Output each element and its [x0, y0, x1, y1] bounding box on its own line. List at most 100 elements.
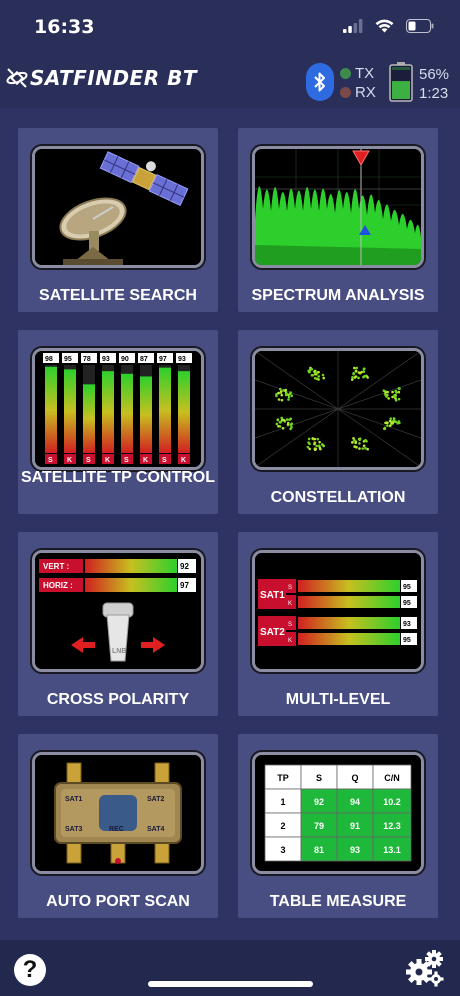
tp-bar	[64, 369, 76, 453]
sat1-k-value: 95	[403, 600, 411, 607]
table-header-text: Q	[351, 773, 358, 783]
table-header-text: S	[316, 773, 322, 783]
port-scan-preview: SAT1 SAT2 SAT3 SAT4 REC	[32, 752, 204, 874]
tx-indicator-dot	[340, 68, 351, 79]
help-icon: ?	[22, 956, 38, 983]
tp-control-preview: 98 S 95 K 78 S 93 K 90 S 87 K 97 S 93 K	[32, 348, 204, 470]
device-battery-info: 56% 1:23	[419, 65, 449, 103]
tp-value: 93	[178, 356, 186, 363]
rec-label: REC	[109, 826, 124, 833]
tile-spectrum-analysis[interactable]: SPECTRUM ANALYSIS	[238, 128, 438, 312]
tp-bar	[178, 371, 190, 453]
constellation-preview	[252, 348, 424, 470]
sat2-label: SAT2	[260, 627, 285, 638]
wifi-icon	[375, 19, 394, 33]
tp-bar	[83, 384, 95, 453]
rx-indicator-dot	[340, 87, 351, 98]
tp-band-label: S	[162, 457, 167, 464]
tile-multi-level[interactable]: SAT1 S K 95 95 SAT2 S K 93 95 MULTI-LEVE…	[238, 532, 438, 716]
sat2-band-s: S	[288, 622, 292, 628]
satellite-dish-illustration	[35, 149, 201, 265]
battery-time: 1:23	[419, 85, 449, 102]
tile-table-measure[interactable]: TP S Q C/N 1 92 94 10.2 2 79 91 12.3 3 81 93 13.1 TABLE…	[238, 734, 438, 918]
table-cell-text: 79	[314, 821, 324, 831]
tp-value: 95	[64, 356, 72, 363]
tp-value: 97	[159, 356, 167, 363]
tile-label: CONSTELLATION	[270, 489, 406, 506]
tile-auto-port-scan[interactable]: SAT1 SAT2 SAT3 SAT4 REC AUTO PORT SCAN	[18, 734, 218, 918]
tp-bar	[102, 371, 114, 453]
vert-label: VERT :	[43, 562, 69, 571]
constellation-illustration	[255, 351, 421, 467]
cross-polarity-illustration: VERT : 92 HORIZ : 97 LNB	[35, 553, 201, 669]
tile-label: CROSS POLARITY	[46, 691, 190, 708]
table-cell-text: 3	[280, 845, 285, 855]
tx-label: TX	[355, 65, 375, 82]
tp-band-label: S	[124, 457, 129, 464]
table-header-text: C/N	[384, 773, 400, 783]
table-cell-text: 94	[350, 797, 360, 807]
app-logo: SATFINDER BT	[6, 66, 197, 90]
tx-rx-indicator: TX RX	[340, 64, 376, 102]
battery-percent: 56%	[419, 66, 450, 83]
port-label: SAT1	[65, 796, 82, 803]
sat2-band-k: K	[288, 638, 292, 644]
tp-bar	[159, 367, 171, 453]
status-bar: 16:33	[0, 0, 460, 56]
tp-bars-illustration: 98 S 95 K 78 S 93 K 90 S 87 K 97 S 93 K	[35, 351, 201, 467]
sat1-s-value: 95	[403, 584, 411, 591]
diseqc-switch-illustration: SAT1 SAT2 SAT3 SAT4 REC	[35, 755, 201, 871]
lnb-label: LNB	[112, 648, 126, 655]
tp-band-label: K	[181, 457, 186, 464]
feature-grid: SATELLITE SEARCH SPECTRUM ANALYSIS 98 S …	[0, 108, 460, 940]
status-time: 16:33	[34, 16, 95, 38]
tp-band-label: K	[143, 457, 148, 464]
tile-label: AUTO PORT SCAN	[46, 893, 190, 910]
table-measure-preview: TP S Q C/N 1 92 94 10.2 2 79 91 12.3 3 81 93 13.1	[252, 752, 424, 874]
port-label: SAT2	[147, 796, 164, 803]
table-cell-text: 92	[314, 797, 324, 807]
bluetooth-icon	[314, 72, 325, 92]
horiz-value: 97	[180, 581, 189, 590]
tp-value: 87	[140, 356, 148, 363]
tile-label: SATELLITE SEARCH	[39, 287, 197, 304]
table-cell-text: 1	[280, 797, 285, 807]
table-cell-text: 13.1	[383, 845, 401, 855]
app-header: SATFINDER BT TX RX 56% 1:23	[0, 56, 460, 106]
sat2-s-value: 93	[403, 621, 411, 628]
multi-level-preview: SAT1 S K 95 95 SAT2 S K 93 95	[252, 550, 424, 672]
help-button[interactable]: ?	[14, 954, 46, 986]
tp-band-label: S	[86, 457, 91, 464]
table-cell-text: 10.2	[383, 797, 401, 807]
device-battery-icon	[389, 62, 413, 102]
tp-value: 90	[121, 356, 129, 363]
cellular-signal-icon	[343, 19, 363, 33]
home-indicator[interactable]	[148, 981, 313, 987]
table-header-text: TP	[277, 773, 289, 783]
tile-constellation[interactable]: CONSTELLATION	[238, 330, 438, 514]
satellite-logo-icon	[6, 68, 28, 88]
bottom-bar: ?	[0, 940, 460, 996]
spectrum-illustration	[255, 149, 421, 265]
measure-table-illustration: TP S Q C/N 1 92 94 10.2 2 79 91 12.3 3 81 93 13.1	[255, 755, 421, 871]
tile-satellite-search[interactable]: SATELLITE SEARCH	[18, 128, 218, 312]
settings-gears-icon[interactable]	[404, 948, 444, 988]
tile-label: TABLE MEASURE	[269, 893, 407, 910]
table-cell-text: 93	[350, 845, 360, 855]
tp-value: 93	[102, 356, 110, 363]
horiz-label: HORIZ :	[43, 581, 73, 590]
tile-satellite-tp-control[interactable]: 98 S 95 K 78 S 93 K 90 S 87 K 97 S 93 K SATELLITE TP CO…	[18, 330, 218, 514]
table-cell-text: 81	[314, 845, 324, 855]
bluetooth-button[interactable]	[306, 63, 334, 101]
table-cell-text: 2	[280, 821, 285, 831]
tp-band-label: K	[105, 457, 110, 464]
sat1-band-s: S	[288, 585, 292, 591]
port-label: SAT3	[65, 826, 82, 833]
tile-cross-polarity[interactable]: VERT : 92 HORIZ : 97 LNB CROSS POLARITY	[18, 532, 218, 716]
table-cell-text: 91	[350, 821, 360, 831]
sat1-label: SAT1	[260, 590, 285, 601]
phone-battery-icon	[406, 19, 434, 33]
port-label: SAT4	[147, 826, 164, 833]
tp-bar	[45, 366, 57, 453]
rx-label: RX	[355, 84, 376, 101]
